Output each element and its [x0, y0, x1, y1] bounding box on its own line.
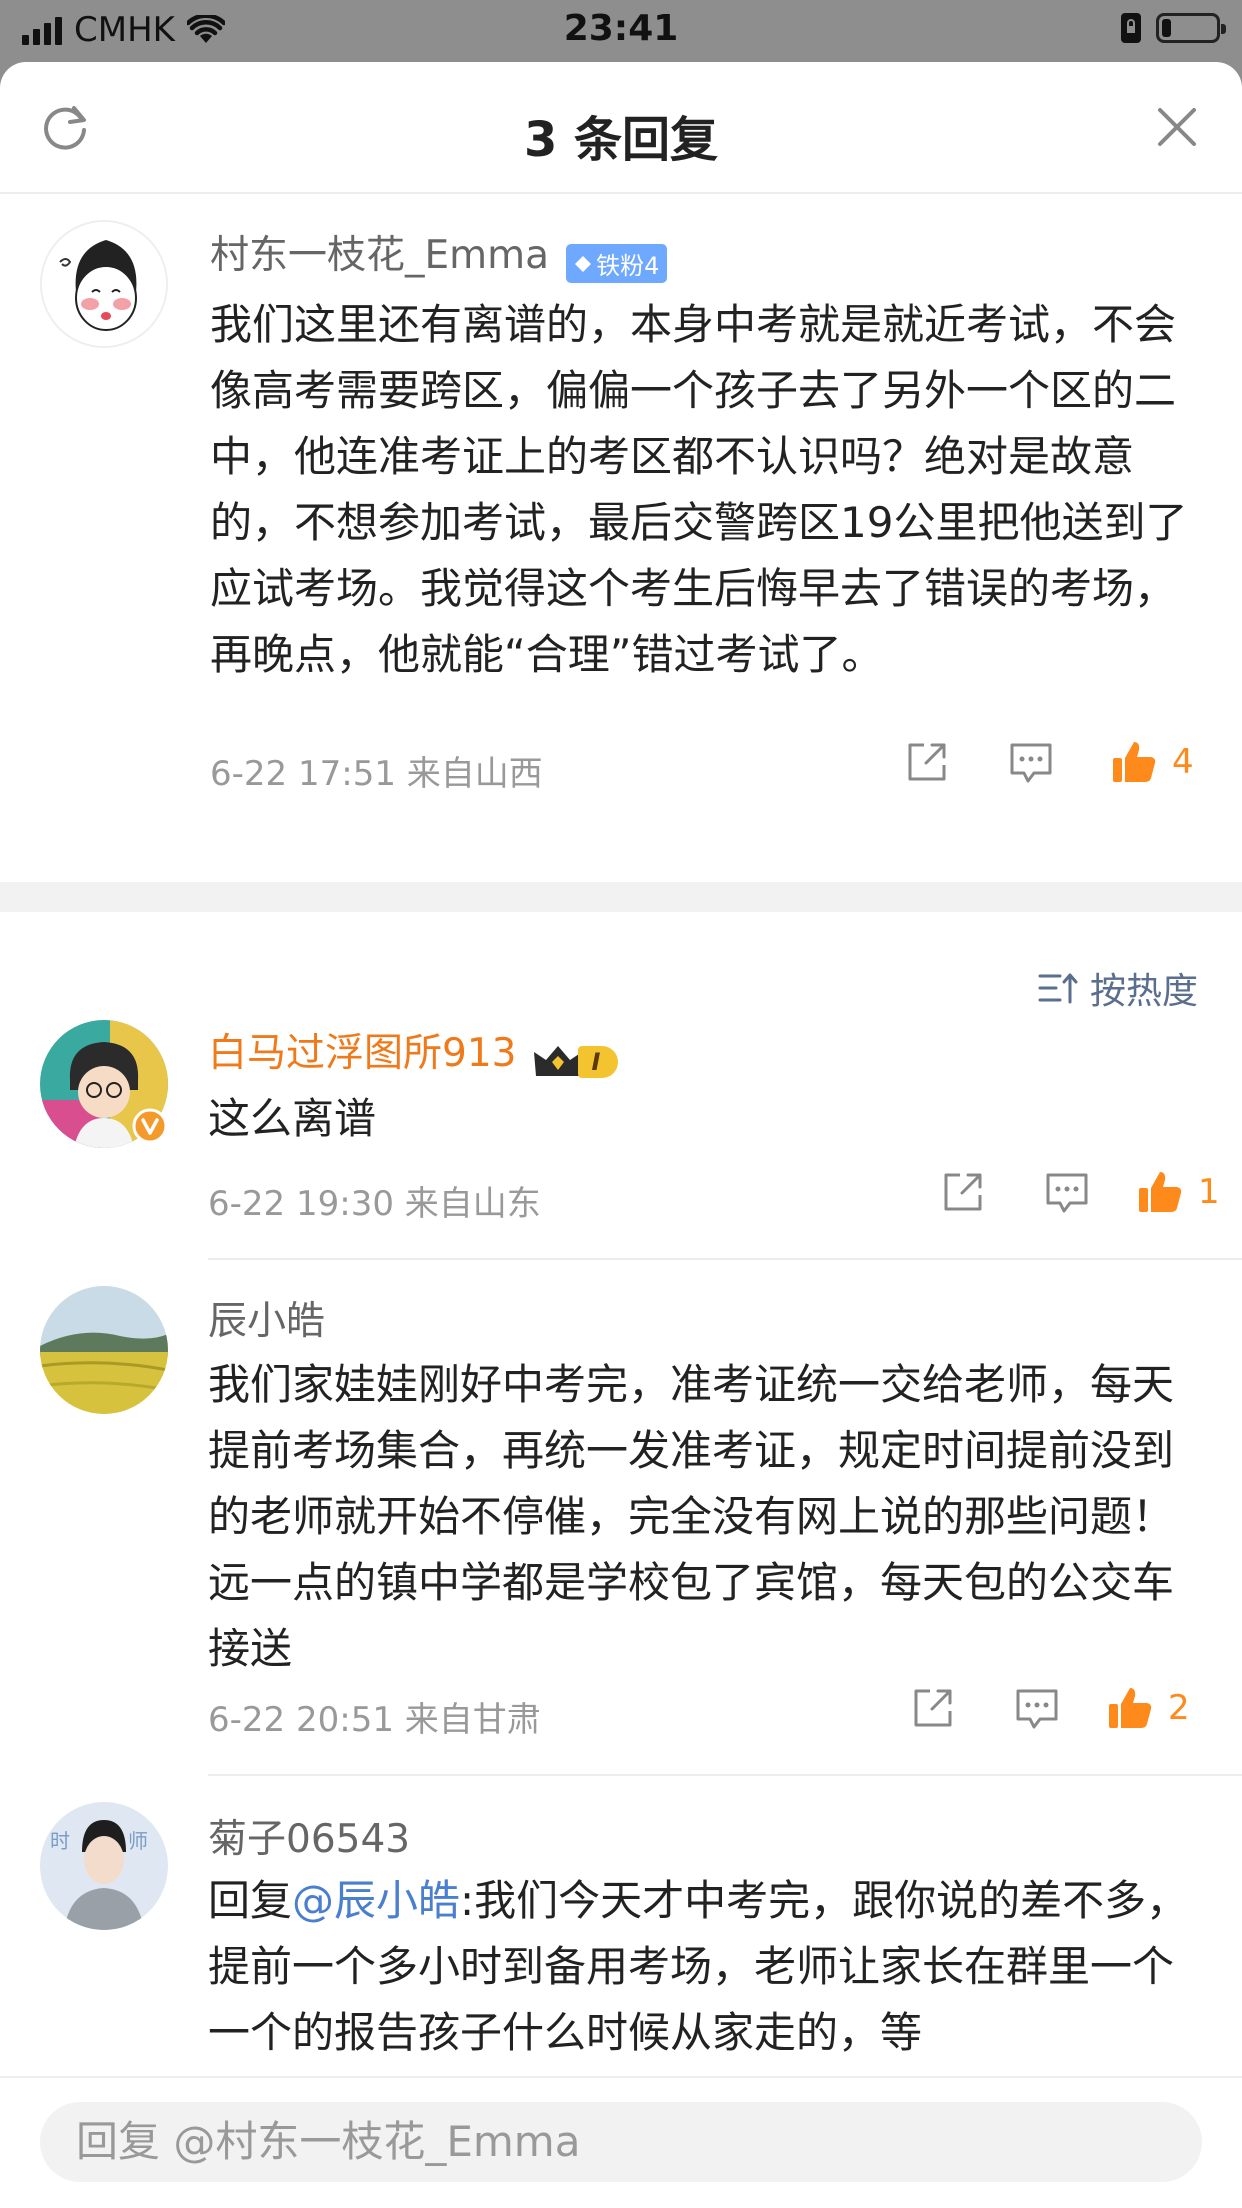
orientation-lock-icon	[1121, 13, 1141, 43]
root-actions: 4	[904, 738, 1194, 786]
avatar-image: 时 师	[40, 1802, 168, 1930]
like-button[interactable]: 4	[1110, 738, 1194, 786]
comment-name-row: 白马过浮图所913 I	[208, 1022, 619, 1082]
mention-link[interactable]: @辰小皓	[292, 1876, 460, 1925]
like-button[interactable]: 2	[1106, 1684, 1190, 1732]
comment-icon[interactable]	[1014, 1685, 1060, 1731]
verified-badge-icon	[132, 1108, 168, 1144]
close-icon[interactable]	[1152, 102, 1202, 152]
comment-separator	[208, 1258, 1242, 1260]
avatar[interactable]	[40, 220, 168, 348]
avatar-image	[42, 222, 166, 346]
reply-sheet: 3 条回复 村东一枝花_Emma 铁粉4 我们这里还有离谱的，本身中考就是就近考…	[0, 62, 1242, 2208]
status-bar: CMHK 23:41	[0, 0, 1242, 62]
user-name[interactable]: 白马过浮图所913	[208, 1031, 516, 1076]
user-name[interactable]: 辰小皓	[208, 1299, 325, 1344]
like-button[interactable]: 1	[1136, 1168, 1220, 1216]
status-right	[1120, 12, 1226, 44]
comment-text: 这么离谱	[208, 1094, 377, 1143]
thumbs-up-icon	[1139, 1172, 1182, 1212]
share-icon[interactable]	[940, 1169, 986, 1215]
comment-text: 回复@辰小皓:我们今天才中考完，跟你说的差不多，提前一个多小时到备用考场，老师让…	[208, 1868, 1198, 2066]
like-count: 2	[1168, 1688, 1190, 1728]
reply-input[interactable]: 回复 @村东一枝花_Emma	[40, 2102, 1202, 2182]
vip-crown-badge: I	[532, 1042, 619, 1082]
crown-icon	[533, 1045, 582, 1076]
section-divider	[0, 882, 1242, 912]
comment-text: 我们家娃娃刚好中考完，准考证统一交给老师，每天提前考场集合，再统一发准考证，规定…	[208, 1360, 1175, 1673]
comment-item: 时 师 菊子06543 回复@辰小皓:我们今天才中考完，跟你说的差不多，提前一个…	[0, 1802, 1242, 2102]
thumbs-up-icon	[1109, 1688, 1152, 1728]
root-name-row: 村东一枝花_Emma 铁粉4	[210, 224, 668, 283]
user-name[interactable]: 村东一枝花_Emma	[210, 233, 549, 278]
share-icon[interactable]	[910, 1685, 956, 1731]
comment-actions: 2	[910, 1684, 1190, 1732]
fan-badge: 铁粉4	[566, 244, 668, 283]
avatar[interactable]: 时 师	[40, 1802, 168, 1930]
share-icon[interactable]	[904, 739, 950, 785]
sort-button[interactable]: 按热度	[1038, 962, 1198, 1014]
like-count: 1	[1198, 1172, 1220, 1212]
avatar-image	[40, 1286, 168, 1414]
svg-text:师: 师	[128, 1829, 148, 1853]
diamond-icon	[575, 255, 592, 272]
user-name[interactable]: 菊子06543	[208, 1817, 410, 1862]
comment-name-row: 辰小皓	[208, 1290, 325, 1346]
like-count: 4	[1172, 742, 1194, 782]
comment-item: 白马过浮图所913 I 这么离谱 6-22 19:30 来自山东 1	[0, 1012, 1242, 1292]
root-comment: 村东一枝花_Emma 铁粉4 我们这里还有离谱的，本身中考就是就近考试，不会像高…	[0, 194, 1242, 882]
sheet-title: 3 条回复	[523, 112, 719, 168]
svg-text:时: 时	[50, 1829, 70, 1853]
comment-separator	[208, 1774, 1242, 1776]
fan-badge-label: 铁粉4	[596, 252, 660, 280]
sort-label: 按热度	[1089, 971, 1198, 1012]
comment-icon[interactable]	[1008, 739, 1054, 785]
comment-actions: 1	[940, 1168, 1220, 1216]
comment-name-row: 菊子06543	[208, 1808, 410, 1864]
thumbs-up-icon	[1113, 742, 1156, 782]
avatar[interactable]	[40, 1286, 168, 1414]
status-time: 23:41	[563, 8, 679, 49]
comment-meta: 6-22 17:51 来自山西	[210, 754, 543, 794]
reply-prefix: 回复	[208, 1876, 293, 1925]
root-comment-text: 我们这里还有离谱的，本身中考就是就近考试，不会像高考需要跨区，偏偏一个孩子去了另…	[210, 300, 1188, 679]
battery-icon	[1156, 13, 1226, 43]
sort-icon	[1038, 973, 1078, 1004]
reply-input-bar: 回复 @村东一枝花_Emma	[0, 2076, 1242, 2208]
comment-icon[interactable]	[1044, 1169, 1090, 1215]
sheet-header: 3 条回复	[0, 62, 1242, 194]
vip-level: I	[577, 1045, 619, 1078]
comment-item: 辰小皓 我们家娃娃刚好中考完，准考证统一交给老师，每天提前考场集合，再统一发准考…	[0, 1276, 1242, 1796]
comment-meta: 6-22 20:51 来自甘肃	[208, 1700, 541, 1740]
comment-meta: 6-22 19:30 来自山东	[208, 1184, 541, 1224]
